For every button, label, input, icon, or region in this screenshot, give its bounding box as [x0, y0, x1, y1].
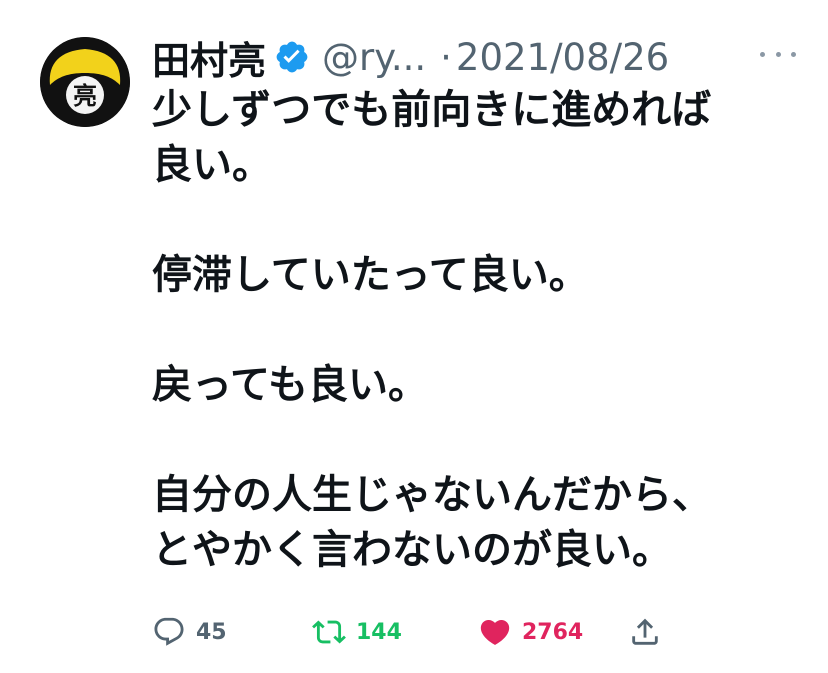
retweet-icon — [312, 620, 346, 644]
tweet-text: 少しずつでも前向きに進めれば 良い。 停滞していたって良い。 戻っても良い。 自… — [152, 83, 802, 578]
reply-button[interactable]: 45 — [152, 612, 227, 652]
verified-badge-icon — [274, 39, 310, 75]
header-separator: · — [440, 35, 452, 79]
tweet-line: 自分の人生じゃないんだから、 — [152, 472, 712, 518]
share-icon — [632, 618, 658, 645]
more-options-icon[interactable] — [760, 42, 796, 66]
author-handle[interactable]: @ry... — [322, 36, 426, 79]
tweet-line: 戻っても良い。 — [152, 362, 428, 408]
avatar-image: 亮 — [40, 37, 130, 127]
tweet-line: 停滞していたって良い。 — [152, 252, 589, 298]
like-count: 2764 — [522, 619, 584, 645]
avatar-char: 亮 — [73, 82, 97, 110]
tweet-line: 良い。 — [152, 142, 272, 188]
avatar[interactable]: 亮 — [40, 37, 130, 127]
heart-icon — [480, 619, 510, 645]
tweet-card: 亮 田村亮 @ry... · 2021/08/26 少しずつでも前向きに進めれば… — [0, 0, 828, 673]
tweet-header: 田村亮 @ry... · 2021/08/26 — [152, 30, 669, 84]
like-button[interactable]: 2764 — [478, 612, 583, 652]
reply-icon — [154, 617, 184, 646]
tweet-actions: 45 144 2764 — [152, 612, 712, 652]
share-button[interactable] — [628, 612, 662, 652]
retweet-count: 144 — [356, 619, 402, 645]
reply-count: 45 — [196, 619, 227, 645]
author-name[interactable]: 田村亮 — [152, 30, 266, 85]
tweet-line: とやかく言わないのが良い。 — [152, 527, 672, 573]
tweet-line: 少しずつでも前向きに進めれば — [152, 87, 712, 133]
retweet-button[interactable]: 144 — [312, 612, 402, 652]
tweet-date[interactable]: 2021/08/26 — [456, 36, 669, 79]
